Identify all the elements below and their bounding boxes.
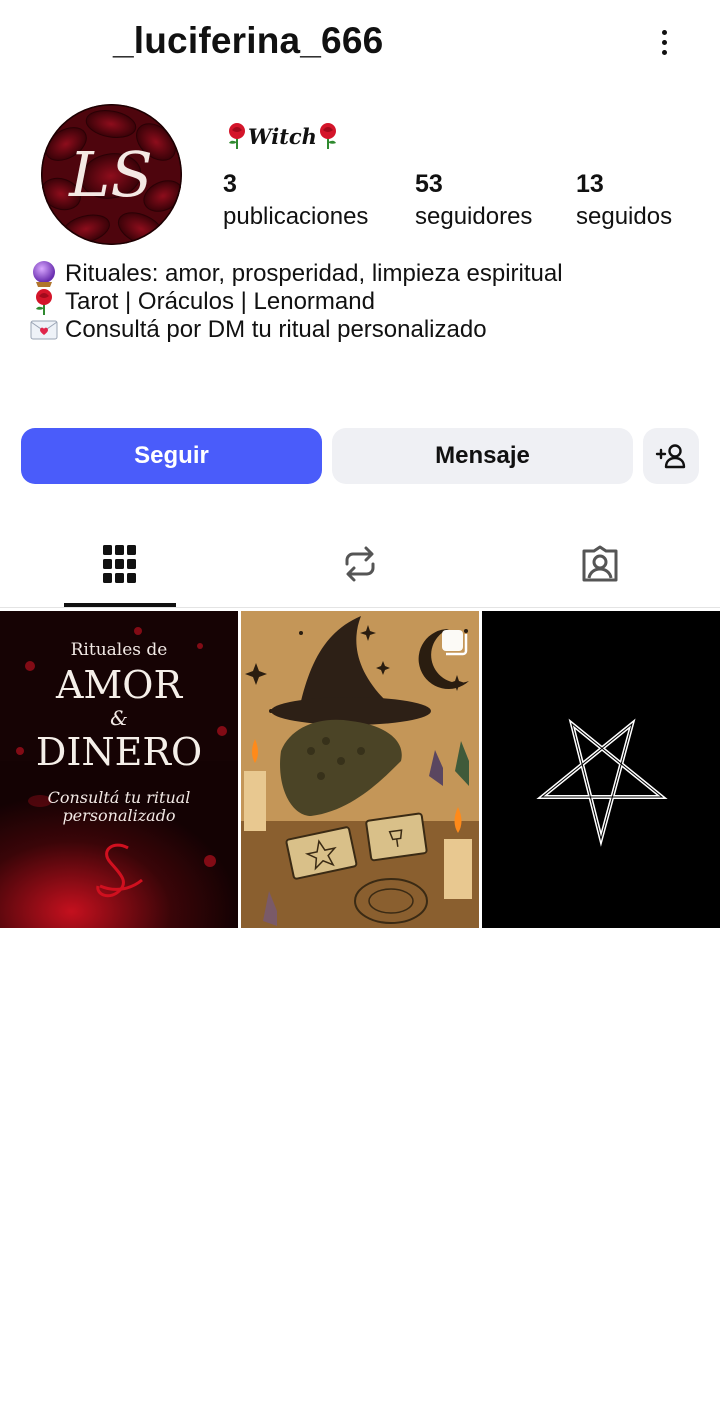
post-thumbnail[interactable]: Rituales de AMOR & DINERO Consultá tu ri… bbox=[0, 611, 238, 928]
rose-icon bbox=[30, 288, 58, 316]
display-name-text: Witch bbox=[248, 123, 317, 149]
stat-followers[interactable]: 53 seguidores bbox=[415, 168, 532, 234]
post-text: personalizado bbox=[62, 806, 175, 825]
post-text: & bbox=[110, 706, 128, 730]
post-text: Rituales de bbox=[71, 640, 168, 660]
grid-icon bbox=[103, 545, 136, 583]
bio-line: Rituales: amor, prosperidad, limpieza es… bbox=[30, 260, 563, 288]
post-thumbnail[interactable] bbox=[482, 611, 720, 928]
active-tab-indicator bbox=[64, 603, 176, 607]
tab-grid[interactable] bbox=[0, 520, 240, 608]
dot bbox=[661, 49, 667, 55]
post-text: Consultá tu ritual bbox=[48, 788, 191, 807]
stat-label: seguidores bbox=[415, 203, 533, 230]
bio-line: Consultá por DM tu ritual personalizado bbox=[30, 316, 563, 344]
add-user-icon bbox=[655, 444, 686, 469]
rose-icon bbox=[229, 123, 245, 149]
post-text: DINERO bbox=[36, 730, 202, 774]
display-name: Witch bbox=[226, 120, 339, 152]
post-text: AMOR bbox=[55, 663, 184, 707]
avatar-monogram: LS bbox=[68, 138, 153, 211]
bio: Rituales: amor, prosperidad, limpieza es… bbox=[30, 260, 563, 344]
repost-icon bbox=[345, 546, 375, 582]
stat-label: seguidos bbox=[576, 203, 673, 230]
avatar[interactable]: LS bbox=[41, 104, 182, 245]
profile-header: _luciferina_666 bbox=[0, 0, 720, 86]
dot bbox=[661, 29, 667, 35]
dot bbox=[661, 39, 667, 45]
rose-icon bbox=[319, 123, 336, 149]
stat-following[interactable]: 13 seguidos bbox=[576, 168, 672, 234]
message-button[interactable]: Mensaje bbox=[332, 428, 633, 484]
profile-tabs bbox=[0, 520, 720, 608]
crystal-ball-icon bbox=[30, 260, 58, 288]
posts-grid: Rituales de AMOR & DINERO Consultá tu ri… bbox=[0, 611, 720, 928]
bio-line: Tarot | Oráculos | Lenormand bbox=[30, 288, 563, 316]
tagged-icon bbox=[582, 545, 618, 582]
bio-text: Consultá por DM tu ritual personalizado bbox=[65, 316, 487, 343]
stat-posts: 3 publicaciones bbox=[223, 168, 368, 234]
tab-reposts[interactable] bbox=[240, 520, 480, 608]
stat-value: 53 bbox=[415, 170, 443, 198]
tab-tagged[interactable] bbox=[480, 520, 720, 608]
more-options-icon[interactable] bbox=[644, 22, 684, 62]
username: _luciferina_666 bbox=[113, 20, 384, 61]
add-user-button[interactable] bbox=[643, 428, 699, 484]
stat-value: 3 bbox=[223, 170, 237, 198]
love-letter-icon bbox=[30, 316, 58, 344]
follow-button[interactable]: Seguir bbox=[21, 428, 322, 484]
stat-value: 13 bbox=[576, 170, 604, 198]
stat-label: publicaciones bbox=[223, 203, 369, 230]
bio-text: Tarot | Oráculos | Lenormand bbox=[65, 288, 375, 315]
post-thumbnail[interactable] bbox=[241, 611, 479, 928]
bio-text: Rituales: amor, prosperidad, limpieza es… bbox=[65, 260, 563, 287]
